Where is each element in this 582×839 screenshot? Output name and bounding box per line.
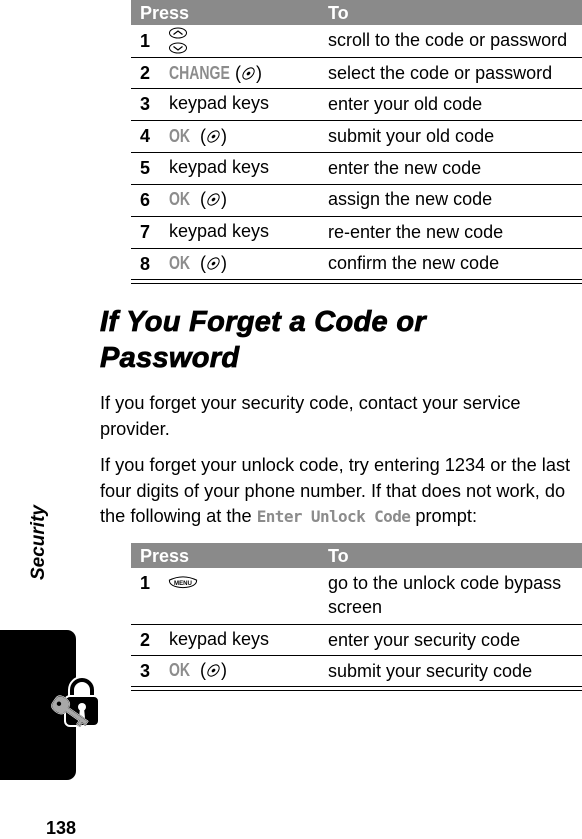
- header-press: Press: [140, 3, 190, 23]
- step-press: OK (): [169, 126, 227, 146]
- table-row: 3 OK () submit your security code: [131, 656, 582, 687]
- step-press: OK (): [169, 660, 227, 680]
- step-action: select the code or password: [328, 63, 553, 83]
- step-action: submit your old code: [328, 126, 495, 146]
- section-label: Security: [28, 505, 49, 580]
- select-key-icon: [206, 663, 221, 678]
- heading-line-2: Password: [100, 342, 240, 375]
- table-row: 7 keypad keys re-enter the new code: [131, 217, 582, 249]
- step-number: 8: [140, 254, 151, 274]
- step-number: 2: [140, 630, 151, 650]
- softkey-ok: OK: [169, 189, 191, 209]
- table-row: 1 MENU go to the unlock code bypass scre…: [131, 568, 582, 625]
- softkey-ok: OK: [169, 660, 191, 680]
- softkey-ok: OK: [169, 126, 191, 146]
- steps-table-unlock-bypass: Press To 1 MENU go to the unlock code by…: [131, 543, 582, 691]
- table-row: 5 keypad keys enter the new code: [131, 153, 582, 185]
- scroll-up-down-icon: [169, 27, 187, 54]
- table-row: 3 keypad keys enter your old code: [131, 89, 582, 121]
- table-end-rule: [131, 690, 582, 691]
- steps-table-change-code: Press To 1 scroll to the code or passwor…: [131, 0, 582, 284]
- step-action: scroll to the code or password: [328, 30, 568, 50]
- step-number: 5: [140, 158, 151, 178]
- step-number: 2: [140, 63, 151, 83]
- softkey-change: CHANGE: [169, 63, 230, 83]
- paragraph-text: prompt:: [410, 506, 477, 526]
- header-press: Press: [140, 546, 190, 566]
- table-row: 1 scroll to the code or password: [131, 25, 582, 58]
- table-row: 2 keypad keys enter your security code: [131, 625, 582, 656]
- step-press: keypad keys: [169, 629, 270, 649]
- step-press: OK (): [169, 189, 227, 209]
- menu-key-icon: MENU: [168, 576, 198, 589]
- select-key-icon: [206, 192, 221, 207]
- table-end-rule: [131, 283, 582, 284]
- step-action: go to the unlock code bypass screen: [328, 573, 562, 617]
- enter-unlock-code-prompt: Enter Unlock Code: [256, 507, 411, 526]
- step-number: 3: [140, 661, 151, 681]
- step-action: enter your security code: [328, 630, 521, 650]
- step-action: re-enter the new code: [328, 222, 504, 242]
- step-press: OK (): [169, 253, 227, 273]
- select-key-icon: [206, 129, 221, 144]
- step-number: 4: [140, 126, 151, 146]
- step-press: keypad keys: [169, 221, 270, 241]
- step-number: 3: [140, 94, 151, 114]
- step-action: enter the new code: [328, 158, 482, 178]
- step-press: CHANGE(): [169, 63, 263, 83]
- step-press: keypad keys: [169, 93, 270, 113]
- step-action: assign the new code: [328, 189, 493, 209]
- table-row: 4 OK () submit your old code: [131, 121, 582, 153]
- svg-text:MENU: MENU: [174, 580, 193, 587]
- table-row: 2 CHANGE() select the code or password: [131, 58, 582, 89]
- lock-and-key-icon: [50, 676, 100, 728]
- step-number: 1: [140, 573, 151, 593]
- table-row: 8 OK () confirm the new code: [131, 249, 582, 280]
- paragraph-unlock-code: If you forget your unlock code, try ente…: [100, 453, 582, 530]
- select-key-icon: [241, 66, 256, 81]
- paragraph-security-code: If you forget your security code, contac…: [100, 393, 521, 439]
- step-action: submit your security code: [328, 661, 533, 681]
- header-to: To: [328, 546, 349, 566]
- step-number: 6: [140, 190, 151, 210]
- select-key-icon: [206, 256, 221, 271]
- heading-line-1: If You Forget a Code or: [100, 306, 426, 339]
- step-number: 1: [140, 31, 151, 51]
- header-to: To: [328, 3, 349, 23]
- step-action: enter your old code: [328, 94, 483, 114]
- table-header: Press To: [131, 0, 582, 25]
- softkey-ok: OK: [169, 253, 191, 273]
- section-heading: If You Forget a Code or Password: [100, 304, 570, 376]
- step-press: keypad keys: [169, 157, 270, 177]
- table-row: 6 OK () assign the new code: [131, 185, 582, 217]
- step-number: 7: [140, 222, 151, 242]
- step-action: confirm the new code: [328, 253, 500, 273]
- table-header: Press To: [131, 543, 582, 568]
